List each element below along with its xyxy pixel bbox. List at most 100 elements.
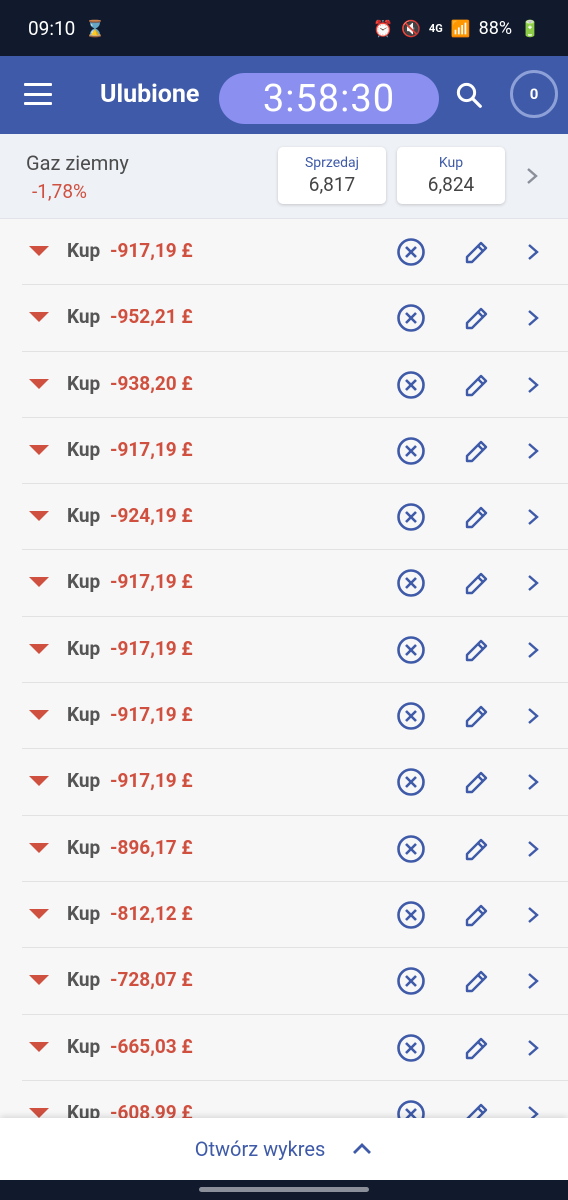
down-arrow-icon: [29, 246, 49, 256]
notification-badge[interactable]: 0: [510, 70, 558, 118]
edit-icon[interactable]: [462, 370, 492, 400]
home-handle[interactable]: [199, 1187, 369, 1192]
menu-icon[interactable]: [24, 83, 52, 105]
edit-icon[interactable]: [462, 900, 492, 930]
chevron-right-icon[interactable]: [524, 770, 542, 794]
close-position-icon[interactable]: [396, 900, 426, 930]
position-pnl: -896,17 £: [110, 835, 193, 859]
position-side: Kup: [67, 371, 101, 395]
positions-list: Kup -917,19 £ Kup -952,21 £ Kup -938,20 £ Kup -…: [0, 219, 568, 1148]
down-arrow-icon: [29, 312, 49, 323]
sell-button[interactable]: Sprzedaj 6,817: [278, 147, 386, 204]
instrument-change: -1,78%: [32, 180, 87, 203]
edit-icon[interactable]: [462, 436, 492, 466]
position-pnl: -917,19 £: [110, 570, 193, 594]
buy-button[interactable]: Kup 6,824: [397, 147, 505, 204]
edit-icon[interactable]: [462, 568, 492, 598]
battery-level: 88%: [478, 17, 513, 39]
chevron-right-icon[interactable]: [522, 163, 542, 189]
chevron-right-icon[interactable]: [524, 1036, 542, 1060]
open-chart-button[interactable]: Otwórz wykres: [0, 1118, 568, 1180]
chevron-right-icon[interactable]: [524, 505, 542, 529]
down-arrow-icon: [29, 1041, 49, 1052]
position-pnl: -917,19 £: [110, 703, 193, 727]
position-row[interactable]: Kup -665,03 £: [22, 1015, 568, 1081]
page-title: Ulubione: [100, 80, 200, 109]
position-pnl: -917,19 £: [110, 239, 193, 262]
position-side: Kup: [67, 504, 101, 528]
close-position-icon[interactable]: [396, 966, 426, 996]
position-pnl: -665,03 £: [110, 1034, 193, 1058]
down-arrow-icon: [29, 643, 49, 654]
position-side: Kup: [67, 703, 101, 727]
search-icon[interactable]: [454, 80, 484, 110]
chevron-right-icon[interactable]: [524, 439, 542, 463]
open-chart-label: Otwórz wykres: [194, 1137, 326, 1161]
chevron-right-icon[interactable]: [524, 240, 542, 264]
close-position-icon[interactable]: [396, 568, 426, 598]
chevron-right-icon[interactable]: [524, 306, 542, 330]
position-row[interactable]: Kup -952,21 £: [22, 285, 568, 352]
chevron-right-icon[interactable]: [524, 571, 542, 595]
close-position-icon[interactable]: [396, 767, 426, 797]
position-pnl: -917,19 £: [110, 636, 193, 660]
position-side: Kup: [67, 305, 101, 329]
down-arrow-icon: [29, 577, 49, 588]
position-row[interactable]: Kup -812,12 £: [22, 882, 568, 949]
mute-icon: 🔇: [401, 18, 421, 38]
position-row[interactable]: Kup -917,19 £: [22, 749, 568, 816]
edit-icon[interactable]: [462, 701, 492, 731]
down-arrow-icon: [29, 975, 49, 986]
close-position-icon[interactable]: [396, 502, 426, 532]
position-row[interactable]: Kup -896,17 £: [22, 816, 568, 882]
position-pnl: -952,21 £: [110, 305, 193, 329]
close-position-icon[interactable]: [396, 701, 426, 731]
close-position-icon[interactable]: [396, 1033, 426, 1063]
position-side: Kup: [67, 239, 101, 262]
position-row[interactable]: Kup -938,20 £: [22, 352, 568, 418]
close-position-icon[interactable]: [396, 834, 426, 864]
close-position-icon[interactable]: [396, 635, 426, 665]
edit-icon[interactable]: [462, 966, 492, 996]
position-row[interactable]: Kup -917,19 £: [22, 617, 568, 684]
battery-icon: 🔋: [520, 18, 540, 38]
chevron-right-icon[interactable]: [524, 903, 542, 927]
position-side: Kup: [67, 968, 101, 992]
position-row[interactable]: Kup -917,19 £: [22, 418, 568, 485]
position-row[interactable]: Kup -728,07 £: [22, 948, 568, 1015]
close-position-icon[interactable]: [396, 370, 426, 400]
close-position-icon[interactable]: [396, 303, 426, 333]
chevron-right-icon[interactable]: [524, 638, 542, 662]
position-side: Kup: [67, 570, 101, 594]
down-arrow-icon: [29, 444, 49, 455]
position-row[interactable]: Kup -917,19 £: [22, 219, 568, 286]
down-arrow-icon: [29, 1107, 49, 1118]
down-arrow-icon: [29, 776, 49, 787]
chevron-right-icon[interactable]: [524, 837, 542, 861]
close-position-icon[interactable]: [396, 237, 426, 267]
edit-icon[interactable]: [462, 303, 492, 333]
position-side: Kup: [67, 437, 101, 461]
edit-icon[interactable]: [462, 502, 492, 532]
position-pnl: -917,19 £: [110, 769, 193, 793]
position-row[interactable]: Kup -924,19 £: [22, 484, 568, 551]
system-nav-bar: [0, 1180, 568, 1200]
edit-icon[interactable]: [462, 834, 492, 864]
alarm-icon: ⏰: [373, 18, 393, 38]
position-pnl: -917,19 £: [110, 437, 193, 461]
close-position-icon[interactable]: [396, 436, 426, 466]
edit-icon[interactable]: [462, 237, 492, 267]
chevron-right-icon[interactable]: [524, 704, 542, 728]
sell-price: 6,817: [308, 173, 356, 196]
chevron-right-icon[interactable]: [524, 373, 542, 397]
chevron-right-icon[interactable]: [524, 969, 542, 993]
position-side: Kup: [67, 835, 101, 859]
signal-icon: 📶: [450, 18, 471, 38]
position-row[interactable]: Kup -917,19 £: [22, 683, 568, 750]
position-row[interactable]: Kup -917,19 £: [22, 550, 568, 617]
down-arrow-icon: [29, 710, 49, 721]
position-pnl: -938,20 £: [110, 371, 193, 395]
edit-icon[interactable]: [462, 1033, 492, 1063]
edit-icon[interactable]: [462, 635, 492, 665]
edit-icon[interactable]: [462, 767, 492, 797]
